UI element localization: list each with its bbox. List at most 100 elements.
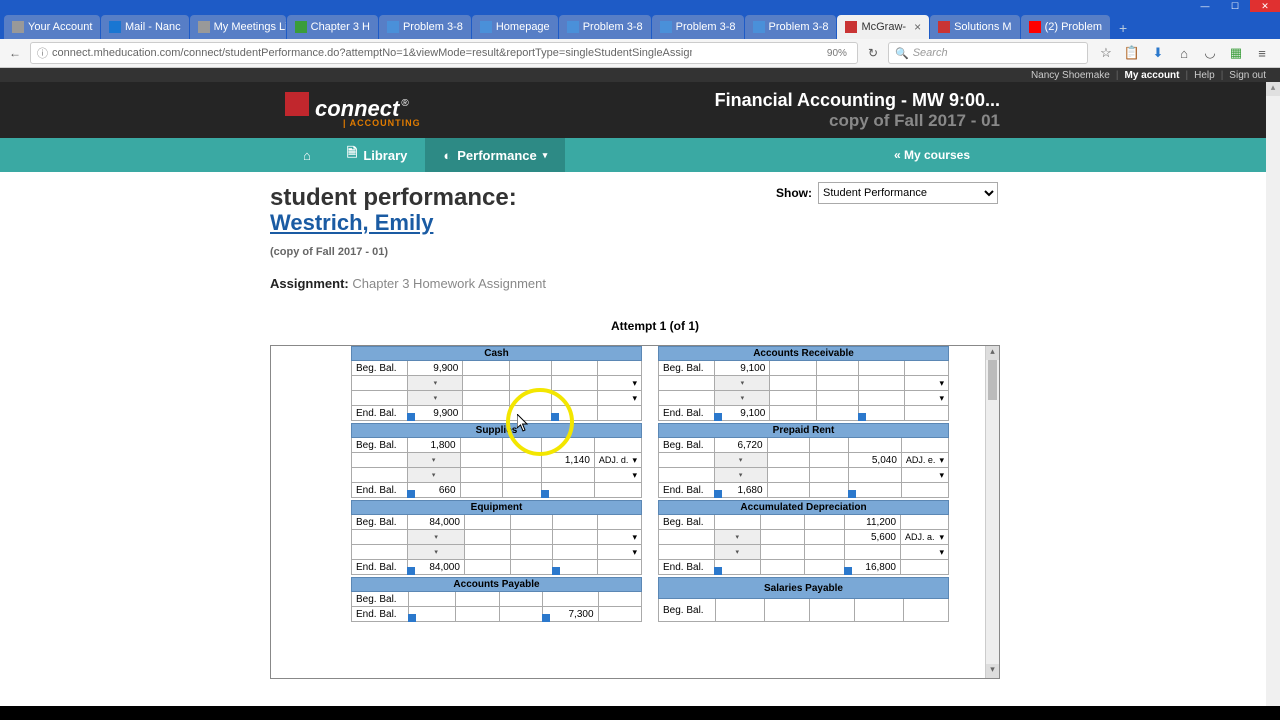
credit-amount[interactable] bbox=[551, 391, 597, 406]
debit-amount[interactable] bbox=[770, 391, 816, 406]
dropdown-icon[interactable]: ▾ bbox=[407, 453, 460, 468]
browser-tab[interactable]: McGraw-× bbox=[837, 15, 929, 39]
reading-list-icon[interactable]: 📋 bbox=[1124, 45, 1140, 61]
debit-note[interactable] bbox=[503, 453, 542, 468]
credit-amount[interactable] bbox=[849, 468, 902, 483]
credit-amount[interactable] bbox=[552, 545, 598, 560]
menu-icon[interactable]: ≡ bbox=[1254, 45, 1270, 61]
credit-note[interactable]: ▾ bbox=[598, 376, 642, 391]
debit-amount[interactable] bbox=[463, 376, 509, 391]
browser-tab[interactable]: Your Account bbox=[4, 15, 100, 39]
dropdown-icon[interactable]: ▾ bbox=[714, 453, 767, 468]
browser-tab[interactable]: Homepage bbox=[472, 15, 558, 39]
debit-note[interactable] bbox=[510, 530, 552, 545]
credit-note[interactable]: ▾ bbox=[901, 545, 949, 560]
credit-note[interactable]: ▾ bbox=[594, 468, 641, 483]
debit-note[interactable] bbox=[503, 468, 542, 483]
menu-library[interactable]: 🗎 Library bbox=[329, 138, 426, 172]
credit-note[interactable]: ▾ bbox=[598, 545, 642, 560]
debit-amount[interactable] bbox=[767, 468, 810, 483]
dropdown-icon[interactable]: ▾ bbox=[715, 391, 770, 406]
window-close[interactable]: ✕ bbox=[1250, 0, 1280, 12]
menu-performance[interactable]: ◐ Performance ▾ bbox=[425, 138, 565, 172]
show-select[interactable]: Student Performance bbox=[818, 182, 998, 204]
browser-tab[interactable]: Solutions M bbox=[930, 15, 1019, 39]
dropdown-icon[interactable]: ▾ bbox=[408, 391, 463, 406]
dropdown-icon[interactable]: ▾ bbox=[408, 376, 463, 391]
home-icon[interactable]: ⌂ bbox=[1176, 45, 1192, 61]
debit-amount[interactable] bbox=[460, 468, 503, 483]
window-maximize[interactable]: ☐ bbox=[1220, 0, 1250, 12]
bookmark-star-icon[interactable]: ☆ bbox=[1098, 45, 1114, 61]
credit-note[interactable]: ▾ bbox=[905, 376, 949, 391]
browser-tab[interactable]: Mail - Nanc bbox=[101, 15, 189, 39]
page-scroll-up-icon[interactable]: ▴ bbox=[1266, 82, 1280, 96]
credit-amount[interactable]: 5,600 bbox=[845, 530, 901, 545]
scroll-down-icon[interactable]: ▾ bbox=[986, 664, 999, 678]
debit-note[interactable] bbox=[509, 376, 551, 391]
credit-note[interactable]: ADJ. e.▾ bbox=[901, 453, 948, 468]
debit-note[interactable] bbox=[804, 545, 844, 560]
inner-scrollbar[interactable]: ▴ ▾ bbox=[985, 346, 999, 678]
menu-home[interactable]: ⌂ bbox=[285, 138, 329, 172]
signout-link[interactable]: Sign out bbox=[1229, 70, 1266, 81]
dropdown-icon[interactable]: ▾ bbox=[715, 376, 770, 391]
debit-note[interactable] bbox=[816, 391, 858, 406]
scroll-up-icon[interactable]: ▴ bbox=[986, 346, 999, 360]
credit-amount[interactable] bbox=[845, 545, 901, 560]
browser-tab[interactable]: Problem 3-8 bbox=[379, 15, 471, 39]
credit-amount[interactable] bbox=[858, 376, 904, 391]
site-info-icon[interactable]: ⓘ bbox=[37, 45, 48, 61]
dropdown-icon[interactable]: ▾ bbox=[715, 545, 761, 560]
debit-amount[interactable] bbox=[760, 530, 804, 545]
credit-amount[interactable] bbox=[551, 376, 597, 391]
credit-note[interactable]: ▾ bbox=[598, 530, 642, 545]
dropdown-icon[interactable]: ▾ bbox=[408, 545, 465, 560]
search-bar[interactable]: 🔍 Search bbox=[888, 42, 1088, 64]
browser-tab[interactable]: Problem 3-8 bbox=[745, 15, 837, 39]
debit-note[interactable] bbox=[509, 391, 551, 406]
debit-amount[interactable] bbox=[770, 376, 816, 391]
dropdown-icon[interactable]: ▾ bbox=[407, 468, 460, 483]
page-scrollbar[interactable]: ▴ bbox=[1266, 82, 1280, 720]
downloads-icon[interactable]: ⬇ bbox=[1150, 45, 1166, 61]
credit-amount[interactable] bbox=[542, 468, 595, 483]
extensions-icon[interactable]: ▦ bbox=[1228, 45, 1244, 61]
scroll-thumb[interactable] bbox=[988, 360, 997, 400]
browser-tab[interactable]: My Meetings List bbox=[190, 15, 286, 39]
debit-amount[interactable] bbox=[760, 545, 804, 560]
debit-amount[interactable] bbox=[767, 453, 810, 468]
debit-amount[interactable] bbox=[463, 391, 509, 406]
debit-note[interactable] bbox=[810, 468, 849, 483]
credit-amount[interactable] bbox=[858, 391, 904, 406]
debit-note[interactable] bbox=[510, 545, 552, 560]
reload-button[interactable]: ↻ bbox=[864, 46, 882, 60]
my-account-link[interactable]: My account bbox=[1124, 70, 1179, 81]
browser-tab[interactable]: Chapter 3 H bbox=[287, 15, 378, 39]
debit-note[interactable] bbox=[810, 453, 849, 468]
debit-note[interactable] bbox=[804, 530, 844, 545]
back-button[interactable]: ← bbox=[6, 44, 24, 62]
my-courses-link[interactable]: « My courses bbox=[880, 138, 984, 172]
browser-tab[interactable]: (2) Problem bbox=[1021, 15, 1110, 39]
credit-note[interactable]: ▾ bbox=[901, 468, 948, 483]
credit-amount[interactable] bbox=[552, 530, 598, 545]
debit-amount[interactable] bbox=[464, 545, 510, 560]
dropdown-icon[interactable]: ▾ bbox=[714, 468, 767, 483]
browser-tab[interactable]: Problem 3-8 bbox=[559, 15, 651, 39]
debit-note[interactable] bbox=[816, 376, 858, 391]
pocket-icon[interactable]: ◡ bbox=[1202, 45, 1218, 61]
help-link[interactable]: Help bbox=[1194, 70, 1215, 81]
credit-note[interactable]: ADJ. d.▾ bbox=[594, 453, 641, 468]
dropdown-icon[interactable]: ▾ bbox=[408, 530, 465, 545]
student-link[interactable]: Westrich, Emily bbox=[270, 210, 433, 236]
tab-close-icon[interactable]: × bbox=[914, 20, 921, 34]
debit-amount[interactable] bbox=[460, 453, 503, 468]
credit-amount[interactable]: 5,040 bbox=[849, 453, 902, 468]
new-tab-button[interactable]: + bbox=[1111, 17, 1135, 39]
debit-amount[interactable] bbox=[464, 530, 510, 545]
credit-note[interactable]: ADJ. a.▾ bbox=[901, 530, 949, 545]
zoom-level[interactable]: 90% bbox=[823, 48, 851, 59]
credit-note[interactable]: ▾ bbox=[598, 391, 642, 406]
window-minimize[interactable]: — bbox=[1190, 0, 1220, 12]
